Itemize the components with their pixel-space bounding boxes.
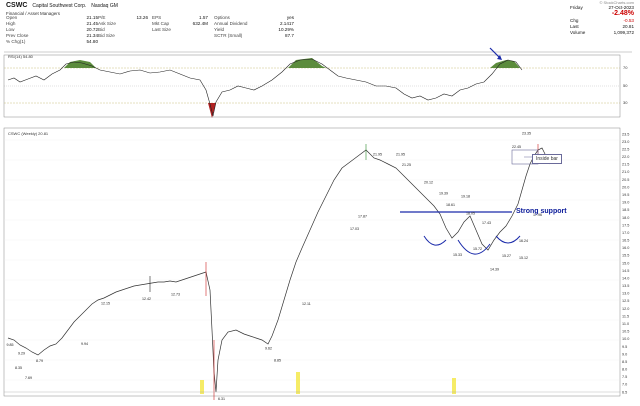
price-point-label: 12.42 bbox=[142, 297, 151, 301]
price-tick-label: 16.5 bbox=[622, 239, 629, 243]
price-point-label: 9.85 bbox=[7, 343, 14, 347]
price-tick-label: 7.0 bbox=[622, 383, 627, 387]
price-tick-label: 10.5 bbox=[622, 330, 629, 334]
price-panel bbox=[3, 127, 621, 397]
price-point-label: 21.95 bbox=[373, 153, 382, 157]
quote-row: Bid Size bbox=[98, 33, 115, 38]
price-tick-label: 23.0 bbox=[622, 140, 629, 144]
price-tick-label: 8.0 bbox=[622, 368, 627, 372]
quote-column: EPS 1.57 Mkt Cap 632.4M Last Size bbox=[152, 15, 208, 33]
price-point-label: 19.39 bbox=[439, 191, 448, 195]
price-point-label: 17.43 bbox=[482, 221, 491, 225]
chart-svg: 70 50 30 23.523.022.522.021.521.020.520.… bbox=[3, 47, 632, 401]
rsi-tick: 70 bbox=[623, 65, 628, 70]
price-point-label: 15.33 bbox=[453, 253, 462, 257]
price-point-label: 21.25 bbox=[402, 163, 411, 167]
price-tick-label: 8.5 bbox=[622, 360, 627, 364]
price-tick-label: 20.5 bbox=[622, 178, 629, 182]
price-tick-label: 14.5 bbox=[622, 269, 629, 273]
rsi-tick: 30 bbox=[623, 100, 628, 105]
price-tick-label: 12.5 bbox=[622, 299, 629, 303]
quote-column: Options yes Annual Dividend 2.1417 Yield 10… bbox=[214, 15, 294, 39]
price-point-label: 16.24 bbox=[519, 239, 528, 243]
price-tick-label: 9.5 bbox=[622, 345, 627, 349]
price-point-label: 22.45 bbox=[512, 145, 521, 149]
price-point-label: 8.35 bbox=[15, 366, 22, 370]
price-point-label: 21.95 bbox=[396, 153, 405, 157]
company-name: Capital Southwest Corp. bbox=[32, 3, 87, 9]
price-point-label: 19.18 bbox=[461, 195, 470, 199]
price-point-label: 8.79 bbox=[36, 359, 43, 363]
price-point-label: 12.73 bbox=[171, 292, 180, 296]
summary-row: Volume 1,099,372 bbox=[570, 30, 634, 36]
price-point-label: 12.15 bbox=[101, 301, 110, 305]
exchange-name: Nasdaq GM bbox=[91, 3, 118, 9]
price-tick-label: 13.0 bbox=[622, 292, 629, 296]
ticker-symbol: CSWC bbox=[6, 2, 28, 9]
price-tick-label: 15.5 bbox=[622, 254, 629, 258]
strong-support-label: Strong support bbox=[516, 208, 567, 215]
price-tick-label: 19.0 bbox=[622, 201, 629, 205]
price-point-label: 15.27 bbox=[502, 254, 511, 258]
price-point-label: 9.94 bbox=[81, 342, 88, 346]
price-point-label: 9.29 bbox=[18, 352, 25, 356]
price-tick-label: 22.0 bbox=[622, 155, 629, 159]
price-tick-label: 14.0 bbox=[622, 276, 629, 280]
price-tick-label: 19.5 bbox=[622, 193, 629, 197]
price-tick-label: 22.5 bbox=[622, 147, 629, 151]
chart-page: 70 50 30 23.5 23.0 22.5 22.0 21.5 21.0 2… bbox=[0, 0, 640, 406]
price-point-label: 18.61 bbox=[446, 203, 455, 207]
quote-column: P/E 13.26 Ask Size Bid Bid Size bbox=[98, 15, 148, 39]
price-point-label: 9.62 bbox=[265, 347, 272, 351]
price-tick-label: 18.5 bbox=[622, 208, 629, 212]
quote-row: SCTR (Small) 87.7 bbox=[214, 33, 294, 38]
rsi-tick: 50 bbox=[623, 83, 628, 88]
price-point-label: 15.12 bbox=[519, 256, 528, 260]
price-point-label: 14.39 bbox=[490, 267, 499, 271]
price-tick-label: 17.5 bbox=[622, 223, 629, 227]
price-panel-label: CSWC (Weekly) 20.81 bbox=[8, 131, 49, 136]
price-tick-label: 18.0 bbox=[622, 216, 629, 220]
quote-row: % Chg(1) 54.80 bbox=[6, 39, 98, 44]
price-tick-label: 20.0 bbox=[622, 185, 629, 189]
price-point-label: 20.12 bbox=[424, 180, 433, 184]
price-point-label: 8.85 bbox=[274, 358, 281, 362]
price-point-label: 6.31 bbox=[218, 397, 225, 401]
price-tick-label: 9.0 bbox=[622, 352, 627, 356]
price-tick-label: 10.0 bbox=[622, 337, 629, 341]
quote-column: Open 21.15 High 21.45 Low 20.72 Prev Close 2… bbox=[6, 15, 98, 45]
price-point-label: 17.87 bbox=[358, 214, 367, 218]
ticker-title: CSWC Capital Southwest Corp. Nasdaq GM bbox=[6, 2, 118, 9]
price-tick-label: 15.0 bbox=[622, 261, 629, 265]
price-tick-label: 21.0 bbox=[622, 170, 629, 174]
price-tick-label: 16.0 bbox=[622, 246, 629, 250]
price-tick-label: 17.0 bbox=[622, 231, 629, 235]
rsi-panel-label: RSI(14) 54.80 bbox=[8, 54, 33, 59]
price-tick-label: 11.5 bbox=[622, 314, 629, 318]
price-tick-label: 11.0 bbox=[622, 322, 629, 326]
price-tick-label: 12.0 bbox=[622, 307, 629, 311]
stock-summary: Friday 27-Oct-2023 -2.48% Chg -0.53 Last 20… bbox=[570, 5, 634, 36]
price-tick-label: 23.5 bbox=[622, 132, 629, 136]
price-point-label: 23.35 bbox=[522, 131, 531, 135]
price-point-label: 18.05 bbox=[466, 212, 475, 216]
price-axis: 23.5 23.0 22.5 22.0 21.5 21.0 20.5 20.0 19.5 19.0… bbox=[622, 132, 629, 394]
price-tick-label: 13.5 bbox=[622, 284, 629, 288]
quote-row: Last Size bbox=[152, 27, 171, 32]
price-tick-label: 6.5 bbox=[622, 390, 627, 394]
price-tick-label: 21.5 bbox=[622, 163, 629, 167]
price-point-label: 17.03 bbox=[350, 227, 359, 231]
inside-bar-label: Inside bar bbox=[532, 154, 562, 164]
price-tick-label: 7.5 bbox=[622, 375, 627, 379]
price-point-label: 15.72 bbox=[473, 247, 482, 251]
price-point-label: 12.11 bbox=[302, 302, 311, 306]
price-point-label: 7.69 bbox=[25, 376, 32, 380]
